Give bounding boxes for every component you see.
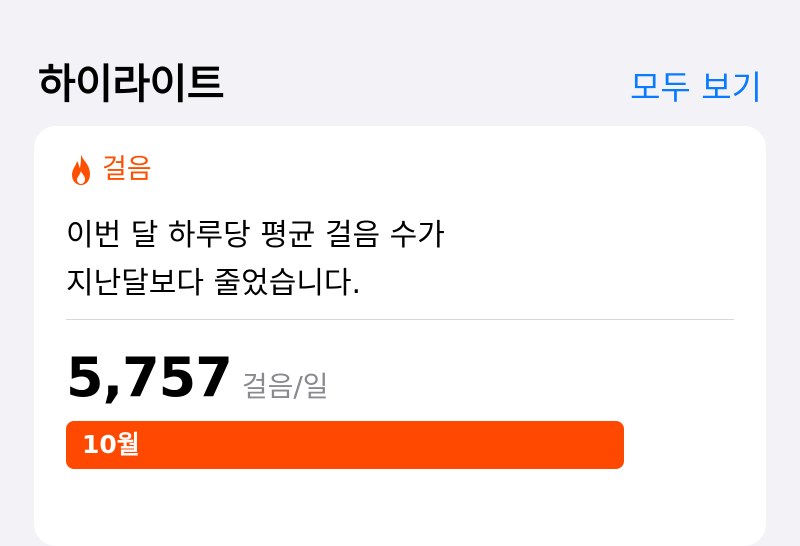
category-label: 걸음 bbox=[102, 154, 152, 185]
category-row: 걸음 bbox=[68, 148, 152, 192]
month-bar-label: 10월 bbox=[82, 430, 140, 459]
metric-row: 5,757 걸음/일 bbox=[66, 346, 329, 416]
month-bar: 10월 bbox=[66, 421, 624, 469]
see-all-link[interactable]: 모두 보기 bbox=[630, 64, 762, 112]
message-line-1: 이번 달 하루당 평균 걸음 수가 bbox=[66, 218, 445, 253]
month-bar-track: 10월 bbox=[66, 421, 624, 469]
highlight-message: 이번 달 하루당 평균 걸음 수가 지난달보다 줄었습니다. bbox=[66, 212, 746, 308]
flame-icon bbox=[72, 154, 90, 185]
steps-value: 5,757 bbox=[66, 346, 233, 409]
divider bbox=[66, 319, 734, 320]
highlights-header: 하이라이트 모두 보기 bbox=[38, 54, 762, 114]
page-title: 하이라이트 bbox=[38, 60, 225, 108]
steps-unit: 걸음/일 bbox=[241, 370, 329, 403]
message-line-2: 지난달보다 줄었습니다. bbox=[66, 266, 362, 301]
steps-highlight-card[interactable]: 걸음 이번 달 하루당 평균 걸음 수가 지난달보다 줄었습니다. 5,757 … bbox=[34, 126, 766, 546]
